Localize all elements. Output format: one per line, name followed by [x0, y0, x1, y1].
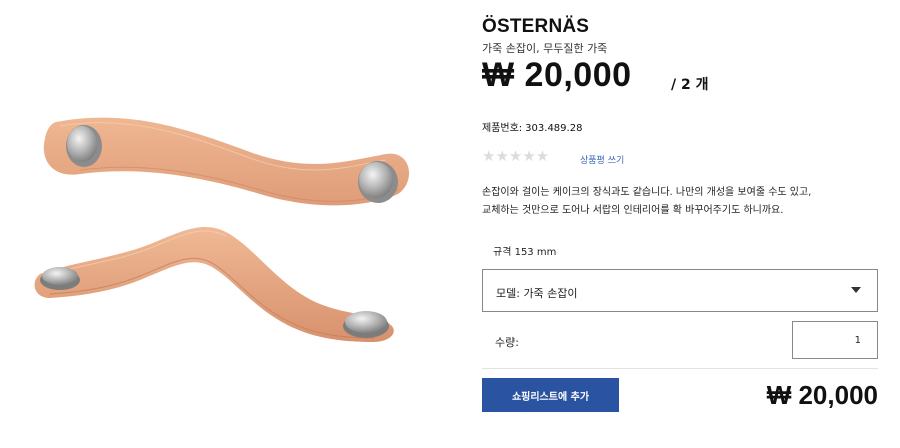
product-size: 규격 153 mm [493, 247, 557, 258]
write-review-link[interactable]: 상품평 쓰기 [580, 153, 624, 166]
description-line: 손잡이와 걸이는 케이크의 장식과도 같습니다. 나만의 개성을 보여줄 수도 … [482, 187, 812, 198]
model-select-value: 모델: 가죽 손잡이 [496, 287, 578, 300]
upper-left-knob [66, 125, 102, 167]
product-title: ÖSTERNÄS [482, 16, 590, 37]
rating-stars: ★★★★★ [482, 147, 550, 165]
add-to-shopping-list-button[interactable]: 쇼핑리스트에 추가 [482, 378, 619, 412]
price-unit: / 2 개 [671, 77, 709, 93]
chevron-down-icon [851, 287, 861, 293]
total-price: ₩ 20,000 [766, 380, 878, 410]
article-number: 제품번호: 303.489.28 [482, 119, 582, 134]
rating-row: ★★★★★ 상품평 쓰기 [482, 147, 782, 167]
lower-left-knob [40, 267, 80, 290]
upper-right-knob [358, 161, 398, 203]
product-description: 손잡이와 걸이는 케이크의 장식과도 같습니다. 나만의 개성을 보여줄 수도 … [482, 184, 882, 220]
upper-handle [43, 117, 410, 206]
quantity-label: 수량: [495, 336, 519, 349]
product-subtitle: 가죽 손잡이, 무두질한 가죽 [482, 42, 608, 55]
quantity-input[interactable] [792, 321, 878, 359]
model-select[interactable]: 모델: 가죽 손잡이 [482, 269, 878, 312]
divider [482, 368, 878, 369]
product-image [34, 117, 410, 342]
product-info-panel: ÖSTERNÄS 가죽 손잡이, 무두질한 가죽 ₩ 20,000 / 2 개 … [482, 0, 882, 448]
article-label: 제품번호: [482, 123, 523, 134]
price-row: ₩ 20,000 / 2 개 [482, 56, 882, 96]
lower-right-knob [343, 311, 389, 338]
lower-handle [34, 226, 394, 342]
product-price: ₩ 20,000 [482, 56, 632, 94]
article-value: 303.489.28 [525, 123, 583, 134]
description-line: 교체하는 것만으로 도어나 서랍의 인테리어를 확 바꾸어주기도 하니까요. [482, 205, 784, 216]
